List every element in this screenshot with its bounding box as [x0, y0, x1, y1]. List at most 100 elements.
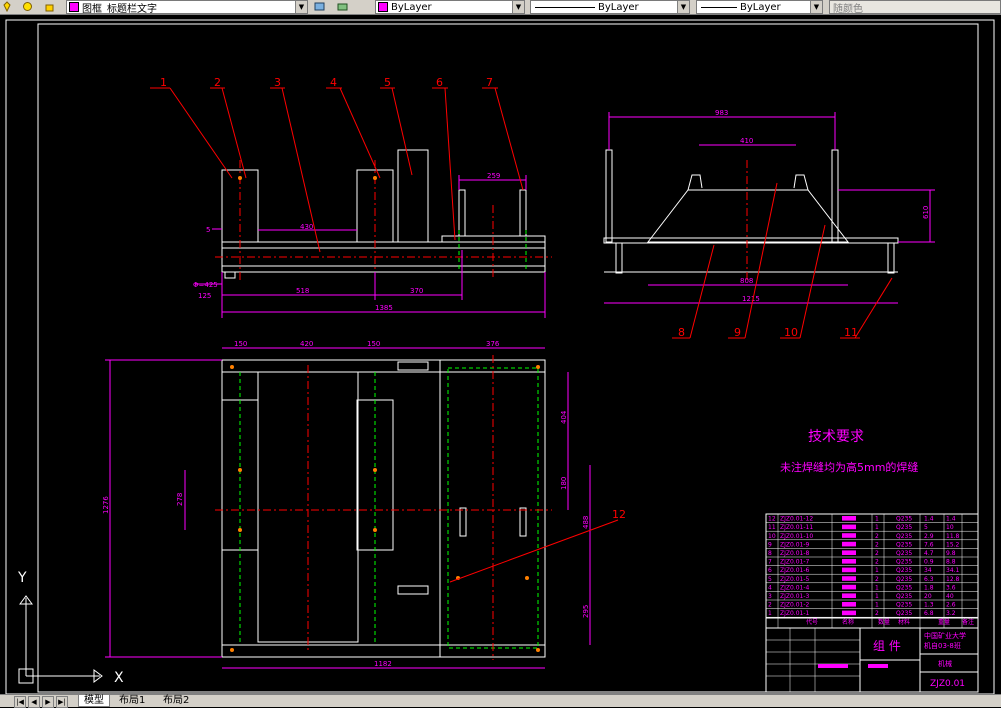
- dim-text: 376: [486, 340, 500, 348]
- part-weight-total: 11.8: [946, 533, 960, 540]
- part-weight-unit: 2.9: [924, 533, 934, 540]
- paper-border: [5, 19, 995, 695]
- make-layer-current-icon[interactable]: [314, 1, 325, 12]
- part-qty: 1: [875, 516, 879, 523]
- drawing-svg[interactable]: 5 430 259 Φ=425 125 518 370 1385 983 410…: [0, 15, 1001, 695]
- balloon-label: 10: [784, 326, 798, 339]
- part-weight-unit: 4.7: [924, 550, 934, 557]
- dim-text: 150: [234, 340, 247, 348]
- tab-model[interactable]: 模型: [78, 695, 110, 707]
- part-code: ZJZ0.01-12: [780, 516, 813, 523]
- dim-text: 808: [740, 277, 753, 285]
- part-weight-total: 2.6: [946, 602, 956, 609]
- parts-list: 12 ZJZ0.01-12 1 Q235 1.4 1.411 ZJZ0.01-11 1 Q235…: [765, 514, 979, 628]
- balloon-label: 12: [612, 508, 626, 521]
- header-note: 备注: [962, 618, 974, 626]
- part-code: ZJZ0.01-6: [780, 567, 810, 574]
- part-material: Q235: [896, 584, 912, 591]
- dim-text: 1182: [374, 660, 392, 668]
- dim-text: 983: [715, 109, 728, 117]
- part-name-block: [842, 602, 856, 607]
- dim-text: 370: [410, 287, 423, 295]
- part-name-block: [842, 584, 856, 590]
- part-weight-total: 3.2: [946, 610, 956, 617]
- ucs-icon: [18, 595, 103, 684]
- prev-tab-icon[interactable]: ◀: [28, 696, 40, 708]
- next-tab-icon[interactable]: ▶: [42, 696, 54, 708]
- part-weight-unit: 1.3: [924, 602, 934, 609]
- ucs-y-label: Y: [17, 570, 27, 586]
- dim-text: 1276: [102, 496, 110, 514]
- balloon-label: 4: [330, 76, 337, 89]
- part-no: 4: [768, 584, 772, 591]
- header-name: 名称: [842, 618, 854, 626]
- chevron-down-icon[interactable]: ▼: [810, 1, 822, 13]
- part-name-block: [842, 567, 856, 573]
- part-material: Q235: [896, 610, 912, 617]
- tab-layout2[interactable]: 布局2: [158, 695, 194, 706]
- color-combo[interactable]: ByLayer ▼: [375, 0, 525, 14]
- part-name-block: [842, 593, 856, 598]
- layer-lock-icon[interactable]: [44, 1, 55, 12]
- part-code: ZJZ0.01-8: [780, 550, 810, 557]
- dim-text: 295: [582, 605, 590, 618]
- dim-text: 430: [300, 223, 313, 231]
- part-no: 8: [768, 550, 772, 557]
- text-style-combo[interactable]: 图框_标题栏文字 ▼: [66, 0, 308, 14]
- part-weight-total: 1.4: [946, 516, 956, 523]
- part-name-block: [842, 559, 856, 564]
- last-tab-icon[interactable]: ▶|: [56, 696, 68, 708]
- part-material: Q235: [896, 559, 912, 566]
- balloon-label: 5: [384, 76, 391, 89]
- dim-text: 410: [740, 137, 753, 145]
- part-code: ZJZ0.01-1: [780, 610, 810, 617]
- dim-text: 259: [487, 172, 500, 180]
- part-material: Q235: [896, 593, 912, 600]
- balloon-label: 8: [678, 326, 685, 339]
- school-name: 中国矿业大学: [924, 631, 966, 640]
- drawing-frame: [37, 23, 979, 693]
- balloon-label: 7: [486, 76, 493, 89]
- part-weight-total: 12.8: [946, 576, 960, 583]
- part-no: 11: [768, 524, 776, 531]
- dim-text: Φ=425: [193, 281, 218, 289]
- chevron-down-icon[interactable]: ▼: [295, 1, 307, 13]
- part-material: Q235: [896, 524, 912, 531]
- part-name-block: [842, 533, 856, 538]
- dim-text: 610: [922, 206, 930, 219]
- part-weight-unit: 6.3: [924, 576, 934, 583]
- part-code: ZJZ0.01-2: [780, 602, 810, 609]
- balloon-label: 3: [274, 76, 281, 89]
- tab-layout1[interactable]: 布局1: [114, 695, 150, 706]
- part-weight-unit: 20: [924, 593, 932, 600]
- part-material: Q235: [896, 516, 912, 523]
- layer-previous-icon[interactable]: [337, 1, 348, 12]
- dim-text: 488: [582, 516, 590, 529]
- part-name-block: [842, 550, 856, 555]
- chevron-down-icon[interactable]: ▼: [512, 1, 524, 13]
- plan-view-dims: [105, 347, 591, 669]
- part-weight-total: 10: [946, 524, 954, 531]
- linetype-combo[interactable]: ByLayer ▼: [530, 0, 690, 14]
- part-no: 12: [768, 516, 776, 523]
- lineweight-combo[interactable]: ByLayer ▼: [696, 0, 823, 14]
- drawing-canvas[interactable]: 5 430 259 Φ=425 125 518 370 1385 983 410…: [0, 15, 1001, 695]
- dim-text: 5: [206, 226, 210, 234]
- part-qty: 1: [875, 584, 879, 591]
- plot-style-combo[interactable]: 随颜色: [829, 0, 1001, 14]
- chevron-down-icon[interactable]: ▼: [677, 1, 689, 13]
- first-tab-icon[interactable]: |◀: [14, 696, 26, 708]
- part-weight-unit: 34: [924, 567, 932, 574]
- title-block: 12 ZJZ0.01-12 1 Q235 1.4 1.411 ZJZ0.01-11 1 Q235…: [765, 513, 979, 693]
- layer-freeze-icon[interactable]: [22, 1, 33, 12]
- lineweight-sample: [701, 6, 737, 8]
- bolt-markers: [238, 176, 377, 180]
- class-name: 机自03-8班: [924, 641, 961, 650]
- part-code: ZJZ0.01-5: [780, 576, 810, 583]
- part-name-block: [842, 541, 856, 547]
- part-weight-unit: 5: [924, 524, 928, 531]
- layer-color-swatch: [69, 2, 79, 12]
- part-name-block: [842, 524, 856, 530]
- part-weight-total: 9.8: [946, 550, 956, 557]
- layer-visibility-icon[interactable]: [2, 1, 13, 12]
